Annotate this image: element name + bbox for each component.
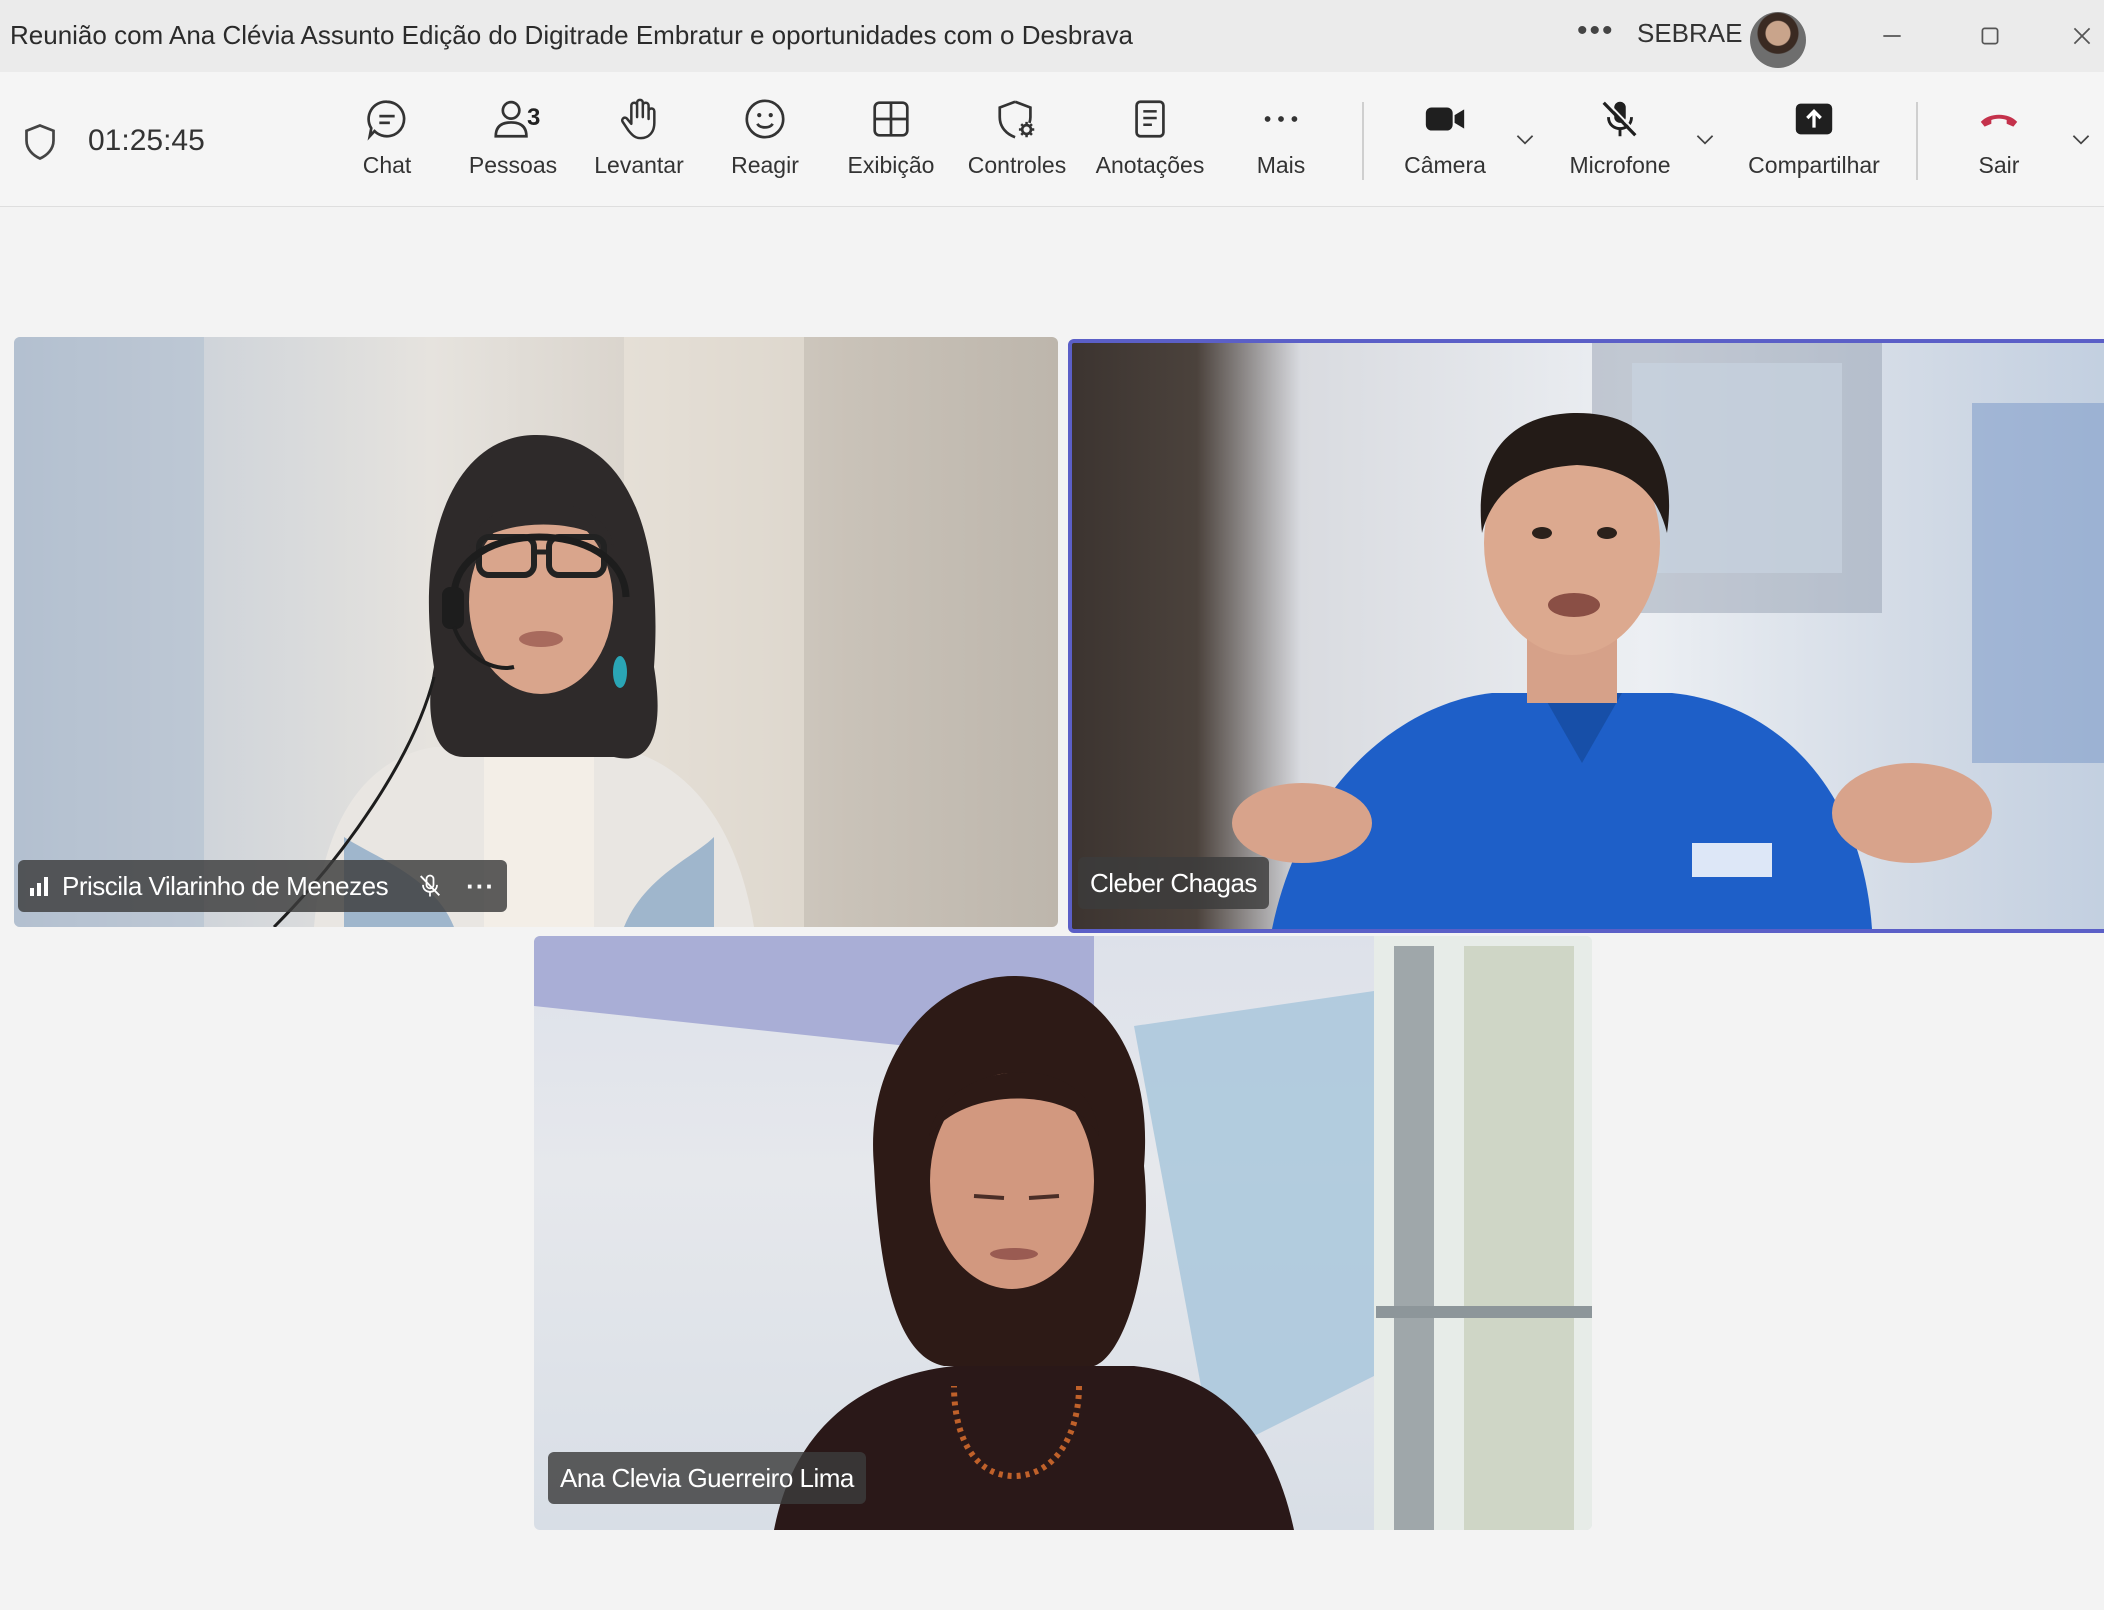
leave-label: Sair — [1978, 152, 2020, 178]
close-icon — [2073, 27, 2091, 45]
meeting-toolbar: 01:25:45 Chat 3 Pessoas Levantar Reagir … — [0, 72, 2104, 207]
maximize-button[interactable] — [1960, 10, 2020, 62]
participant-name: Priscila Vilarinho de Menezes — [62, 870, 389, 901]
hang-up-icon — [1974, 94, 2024, 144]
microphone-options-chevron-down-icon[interactable] — [1692, 126, 1718, 152]
people-label: Pessoas — [468, 152, 558, 178]
share-button[interactable]: Compartilhar — [1748, 94, 1880, 194]
microphone-button[interactable]: Microfone — [1560, 94, 1680, 194]
react-button[interactable]: Reagir — [705, 94, 825, 194]
microphone-label: Microfone — [1569, 152, 1671, 178]
shield-icon — [25, 124, 55, 160]
view-label: Exibição — [847, 152, 935, 178]
grid-icon — [866, 94, 916, 144]
maximize-icon — [1981, 27, 1999, 45]
participant-name: Cleber Chagas — [1090, 867, 1257, 898]
camera-options-chevron-down-icon[interactable] — [1512, 126, 1538, 152]
more-options-icon[interactable]: ••• — [1577, 14, 1615, 48]
controls-label: Controles — [967, 152, 1067, 178]
participant-name-chip[interactable]: Ana Clevia Guerreiro Lima — [548, 1452, 866, 1504]
shield-gear-icon — [992, 94, 1042, 144]
avatar[interactable] — [1750, 12, 1806, 68]
toolbar-divider — [1362, 102, 1364, 180]
share-icon — [1789, 94, 1839, 144]
meeting-timer: 01:25:45 — [88, 124, 205, 157]
raise-hand-button[interactable]: Levantar — [579, 94, 699, 194]
participant-video-ana — [534, 936, 1592, 1530]
minimize-icon — [1883, 35, 1901, 37]
ellipsis-icon — [1256, 94, 1306, 144]
close-button[interactable] — [2060, 10, 2104, 62]
video-tile-priscila[interactable]: Priscila Vilarinho de Menezes ··· — [14, 337, 1058, 927]
notes-icon — [1125, 94, 1175, 144]
share-label: Compartilhar — [1748, 152, 1880, 178]
microphone-muted-icon — [420, 874, 441, 897]
leave-button[interactable]: Sair — [1939, 94, 2059, 194]
video-tile-cleber[interactable]: Cleber Chagas — [1068, 339, 2104, 933]
hand-icon — [614, 94, 664, 144]
participant-name-chip[interactable]: Cleber Chagas — [1078, 857, 1269, 909]
chat-label: Chat — [362, 152, 412, 178]
controls-button[interactable]: Controles — [957, 94, 1077, 194]
chat-icon — [362, 94, 412, 144]
chat-button[interactable]: Chat — [327, 94, 447, 194]
title-bar: Reunião com Ana Clévia Assunto Edição do… — [0, 0, 2104, 73]
view-button[interactable]: Exibição — [831, 94, 951, 194]
participant-name: Ana Clevia Guerreiro Lima — [560, 1462, 854, 1493]
smiley-icon — [740, 94, 790, 144]
camera-icon — [1420, 94, 1470, 144]
signal-strength-icon — [30, 876, 48, 896]
minimize-button[interactable] — [1862, 10, 1922, 62]
participant-name-chip[interactable]: Priscila Vilarinho de Menezes ··· — [18, 860, 508, 912]
leave-options-chevron-down-icon[interactable] — [2068, 126, 2094, 152]
participant-video-priscila — [14, 337, 804, 927]
people-button[interactable]: 3 Pessoas — [453, 94, 573, 194]
people-count-badge: 3 — [527, 104, 541, 131]
notes-label: Anotações — [1095, 152, 1205, 178]
video-tile-ana[interactable]: Ana Clevia Guerreiro Lima — [534, 936, 1592, 1530]
microphone-muted-icon — [1595, 94, 1645, 144]
organization-name[interactable]: SEBRAE — [1637, 18, 1743, 49]
participant-options-icon[interactable]: ··· — [466, 871, 495, 902]
camera-button[interactable]: Câmera — [1385, 94, 1505, 194]
notes-button[interactable]: Anotações — [1090, 94, 1210, 194]
camera-label: Câmera — [1404, 152, 1486, 178]
toolbar-divider — [1916, 102, 1918, 180]
more-label: Mais — [1256, 152, 1306, 178]
react-label: Reagir — [731, 152, 799, 178]
participant-video-cleber — [1232, 343, 2104, 929]
more-button[interactable]: Mais — [1221, 94, 1341, 194]
raise-hand-label: Levantar — [594, 152, 684, 178]
meeting-title: Reunião com Ana Clévia Assunto Edição do… — [10, 20, 1133, 50]
